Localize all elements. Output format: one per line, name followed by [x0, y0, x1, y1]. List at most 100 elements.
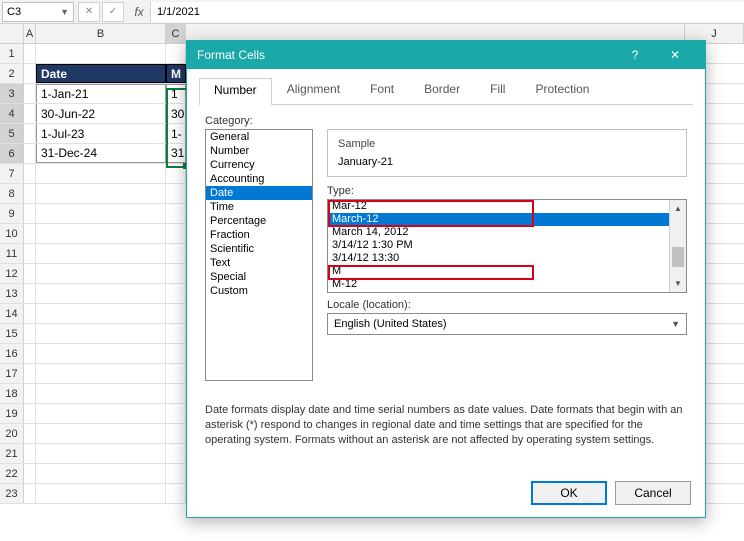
row-header[interactable]: 22 — [0, 464, 24, 483]
row-header[interactable]: 10 — [0, 224, 24, 243]
tab-fill[interactable]: Fill — [475, 77, 520, 104]
category-item[interactable]: General — [206, 130, 312, 144]
category-item[interactable]: Time — [206, 200, 312, 214]
cancel-button[interactable]: Cancel — [615, 481, 691, 505]
scroll-down-icon[interactable]: ▼ — [670, 275, 686, 292]
cell[interactable]: 30 — [166, 104, 186, 123]
cell[interactable] — [166, 384, 186, 403]
row-header[interactable]: 8 — [0, 184, 24, 203]
type-item[interactable]: Mar-12 — [328, 200, 669, 213]
row-header[interactable]: 21 — [0, 444, 24, 463]
row-header[interactable]: 13 — [0, 284, 24, 303]
cell[interactable] — [36, 484, 166, 503]
cell[interactable] — [36, 424, 166, 443]
cell[interactable] — [36, 344, 166, 363]
cell[interactable] — [36, 164, 166, 183]
ok-button[interactable]: OK — [531, 481, 607, 505]
row-header[interactable]: 7 — [0, 164, 24, 183]
name-box[interactable]: C3 ▼ — [2, 2, 74, 22]
cell[interactable]: Date — [36, 64, 166, 83]
col-header-a[interactable]: A — [24, 24, 36, 43]
cell[interactable] — [36, 304, 166, 323]
fx-icon[interactable]: fx — [128, 5, 150, 19]
type-item[interactable]: March-12 — [328, 213, 669, 226]
row-header[interactable]: 16 — [0, 344, 24, 363]
cell[interactable] — [36, 324, 166, 343]
row-header[interactable]: 9 — [0, 204, 24, 223]
row-header[interactable]: 6 — [0, 144, 24, 163]
tab-protection[interactable]: Protection — [520, 77, 604, 104]
cell[interactable] — [166, 444, 186, 463]
cell[interactable] — [36, 284, 166, 303]
category-item[interactable]: Fraction — [206, 228, 312, 242]
category-item[interactable]: Number — [206, 144, 312, 158]
row-header[interactable]: 4 — [0, 104, 24, 123]
row-header[interactable]: 19 — [0, 404, 24, 423]
tab-number[interactable]: Number — [199, 78, 272, 105]
cell[interactable] — [166, 404, 186, 423]
chevron-down-icon[interactable]: ▼ — [60, 7, 69, 17]
type-list[interactable]: Mar-12March-12March 14, 20123/14/12 1:30… — [327, 199, 687, 293]
cell[interactable] — [36, 384, 166, 403]
type-item[interactable]: 3/14/12 1:30 PM — [328, 239, 669, 252]
cell[interactable] — [36, 464, 166, 483]
category-list[interactable]: GeneralNumberCurrencyAccountingDateTimeP… — [205, 129, 313, 381]
cell[interactable] — [166, 244, 186, 263]
cell[interactable] — [36, 264, 166, 283]
cell[interactable] — [166, 204, 186, 223]
cell[interactable] — [36, 184, 166, 203]
type-item[interactable]: M — [328, 265, 669, 278]
cell[interactable] — [166, 44, 186, 63]
cell[interactable]: 30-Jun-22 — [36, 104, 166, 123]
cell[interactable] — [166, 324, 186, 343]
row-header[interactable]: 2 — [0, 64, 24, 83]
scroll-up-icon[interactable]: ▲ — [670, 200, 686, 217]
cell[interactable]: 31 — [166, 144, 186, 163]
category-item[interactable]: Currency — [206, 158, 312, 172]
cell[interactable] — [36, 404, 166, 423]
row-header[interactable]: 3 — [0, 84, 24, 103]
tab-alignment[interactable]: Alignment — [272, 77, 355, 104]
row-header[interactable]: 5 — [0, 124, 24, 143]
dialog-titlebar[interactable]: Format Cells ? ✕ — [187, 41, 705, 69]
cell[interactable]: 31-Dec-24 — [36, 144, 166, 163]
category-item[interactable]: Text — [206, 256, 312, 270]
cell[interactable]: M — [166, 64, 186, 83]
cell[interactable] — [36, 44, 166, 63]
locale-select[interactable]: English (United States) ▼ — [327, 313, 687, 335]
row-header[interactable]: 17 — [0, 364, 24, 383]
cell[interactable]: 1-Jul-23 — [36, 124, 166, 143]
cell[interactable] — [166, 264, 186, 283]
row-header[interactable]: 20 — [0, 424, 24, 443]
type-item[interactable]: 3/14/12 13:30 — [328, 252, 669, 265]
cell[interactable] — [166, 364, 186, 383]
category-item[interactable]: Accounting — [206, 172, 312, 186]
cell[interactable] — [166, 464, 186, 483]
cell[interactable] — [166, 224, 186, 243]
row-header[interactable]: 14 — [0, 304, 24, 323]
tab-font[interactable]: Font — [355, 77, 409, 104]
cell[interactable] — [166, 184, 186, 203]
category-item[interactable]: Date — [206, 186, 312, 200]
category-item[interactable]: Percentage — [206, 214, 312, 228]
col-header-b[interactable]: B — [36, 24, 166, 43]
col-header-c[interactable]: C — [166, 24, 186, 43]
cell[interactable]: 1- — [166, 124, 186, 143]
row-header[interactable]: 1 — [0, 44, 24, 63]
cell[interactable]: 1-Jan-21 — [36, 84, 166, 103]
row-header[interactable]: 23 — [0, 484, 24, 503]
category-item[interactable]: Scientific — [206, 242, 312, 256]
cell[interactable] — [36, 224, 166, 243]
row-header[interactable]: 18 — [0, 384, 24, 403]
formula-input[interactable]: 1/1/2021 — [150, 2, 744, 22]
cell[interactable] — [166, 164, 186, 183]
cell[interactable] — [166, 424, 186, 443]
category-item[interactable]: Special — [206, 270, 312, 284]
cell[interactable] — [166, 344, 186, 363]
row-header[interactable]: 12 — [0, 264, 24, 283]
type-item[interactable]: March 14, 2012 — [328, 226, 669, 239]
cell[interactable] — [36, 364, 166, 383]
cell[interactable]: 1 — [166, 84, 186, 103]
cell[interactable] — [166, 304, 186, 323]
cell[interactable] — [36, 444, 166, 463]
